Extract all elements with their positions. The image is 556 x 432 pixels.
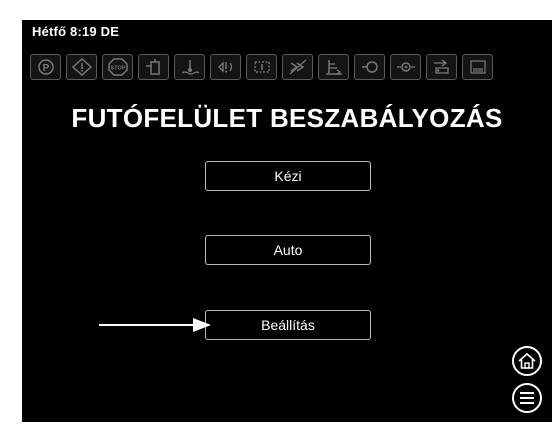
- warning-triangle-icon: [66, 54, 97, 80]
- menu-icon: [520, 392, 534, 404]
- hydraulic-level-icon: [318, 54, 349, 80]
- page-title: FUTÓFELÜLET BESZABÁLYOZÁS: [71, 103, 503, 133]
- fuel-filter-icon: [138, 54, 169, 80]
- svg-text:STOP: STOP: [110, 66, 125, 72]
- home-icon: [518, 352, 536, 369]
- battery-icon: [426, 54, 457, 80]
- parking-brake-icon: P: [30, 54, 61, 80]
- manual-button[interactable]: Kézi: [205, 161, 371, 191]
- coolant-temp-icon: [174, 54, 205, 80]
- menu-button[interactable]: [512, 383, 542, 413]
- oil-pressure-icon: [210, 54, 241, 80]
- auto-button[interactable]: Auto: [205, 235, 371, 265]
- stop-icon: STOP: [102, 54, 133, 80]
- pointer-arrow: [99, 316, 211, 339]
- display-screen: Hétfő 8:19 DE P STOP FUTÓFELÜLET BESZABÁ…: [22, 20, 552, 422]
- warning-icon-bar: P STOP: [30, 54, 493, 80]
- water-in-fuel-icon: [462, 54, 493, 80]
- engine-warning-icon: [282, 54, 313, 80]
- settings-button[interactable]: Beállítás: [205, 310, 371, 340]
- home-button[interactable]: [512, 346, 542, 376]
- transmission-icon: [246, 54, 277, 80]
- status-datetime: Hétfő 8:19 DE: [32, 24, 120, 39]
- svg-text:P: P: [42, 63, 49, 74]
- air-filter-icon: [390, 54, 421, 80]
- glow-plug-icon: [354, 54, 385, 80]
